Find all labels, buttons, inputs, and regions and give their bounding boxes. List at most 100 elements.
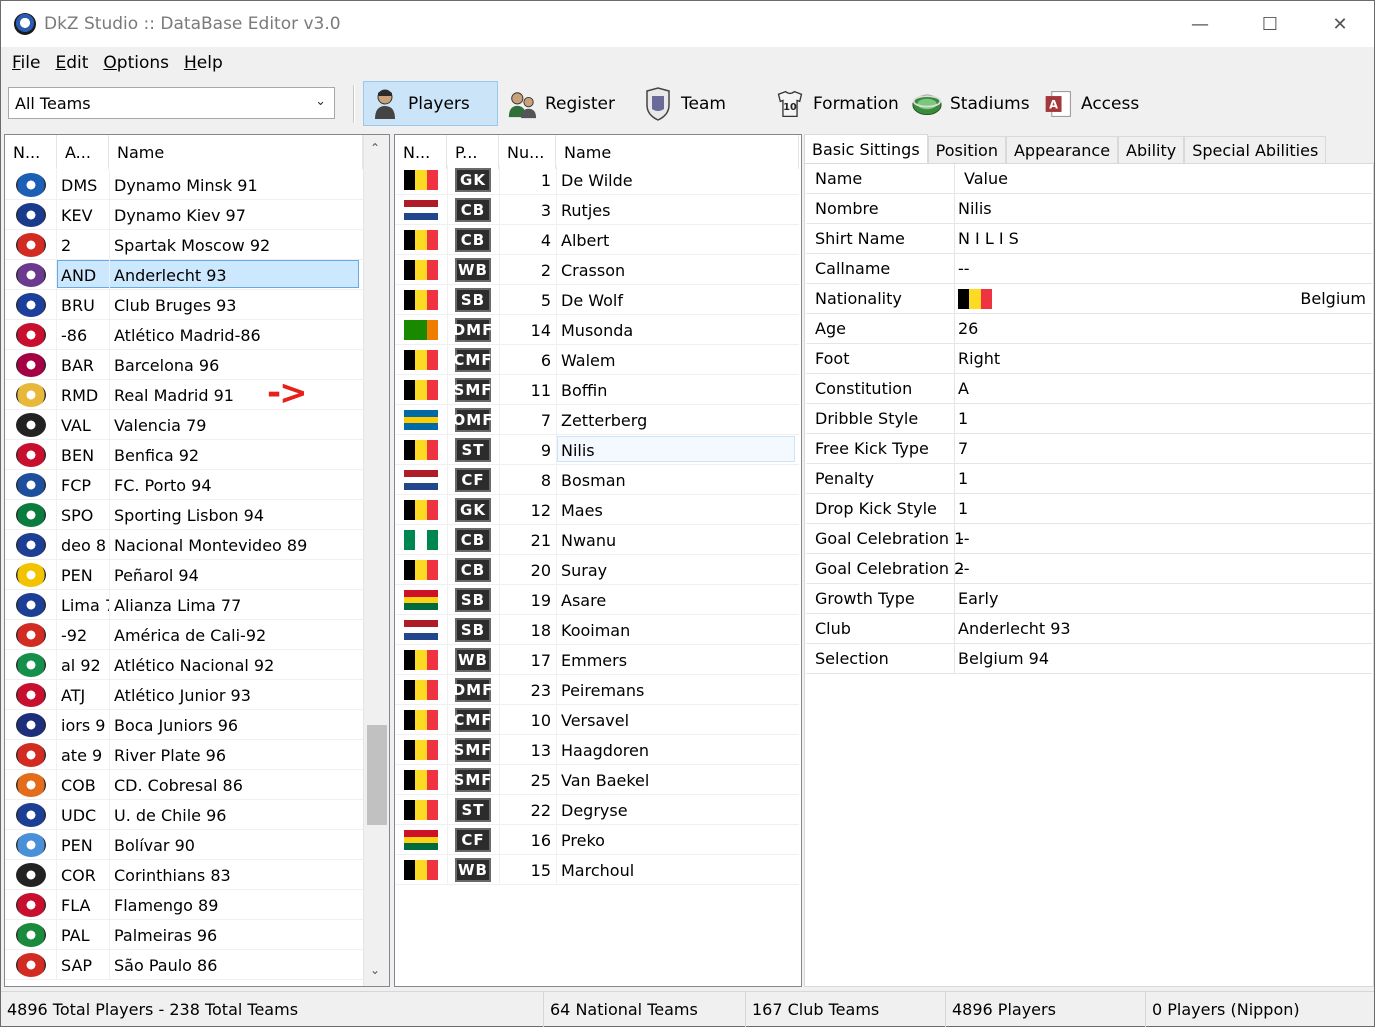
team-row[interactable]: -92 América de Cali-92 (5, 620, 363, 650)
column-header-nation[interactable]: N... (5, 135, 57, 169)
players-button[interactable]: Players (363, 81, 498, 126)
column-header-position[interactable]: P... (447, 135, 499, 169)
player-row[interactable]: CB 3 Rutjes (395, 195, 799, 225)
property-row[interactable]: Free Kick Type 7 (806, 434, 1372, 464)
menu-file[interactable]: File (12, 53, 40, 73)
menu-options[interactable]: Options (103, 53, 169, 73)
team-row[interactable]: deo 8 Nacional Montevideo 89 (5, 530, 363, 560)
stadiums-button[interactable]: Stadiums (906, 81, 1036, 126)
scroll-down-icon[interactable]: ⌄ (370, 963, 380, 977)
player-row[interactable]: DMF 23 Peiremans (395, 675, 799, 705)
menu-edit[interactable]: Edit (55, 53, 88, 73)
column-header-number[interactable]: Nu... (499, 135, 556, 169)
player-row[interactable]: OMF 7 Zetterberg (395, 405, 799, 435)
team-row[interactable]: PEN Bolívar 90 (5, 830, 363, 860)
property-row[interactable]: Penalty 1 (806, 464, 1372, 494)
tab-ability[interactable]: Ability (1118, 136, 1185, 164)
team-row[interactable]: al 92 Atlético Nacional 92 (5, 650, 363, 680)
player-row[interactable]: SB 5 De Wolf (395, 285, 799, 315)
team-row[interactable]: RMD Real Madrid 91 (5, 380, 363, 410)
team-row[interactable]: PEN Peñarol 94 (5, 560, 363, 590)
team-row[interactable]: ate 9 River Plate 96 (5, 740, 363, 770)
team-filter-select[interactable]: All Teams ⌄ (8, 87, 335, 119)
team-row[interactable]: UDC U. de Chile 96 (5, 800, 363, 830)
property-row[interactable]: Drop Kick Style 1 (806, 494, 1372, 524)
team-row[interactable]: COB CD. Cobresal 86 (5, 770, 363, 800)
player-row[interactable]: CMF 6 Walem (395, 345, 799, 375)
team-row[interactable]: PAL Palmeiras 96 (5, 920, 363, 950)
team-row[interactable]: 2 Spartak Moscow 92 (5, 230, 363, 260)
maximize-icon[interactable]: ☐ (1235, 1, 1305, 47)
player-row[interactable]: CB 21 Nwanu (395, 525, 799, 555)
team-row[interactable]: FLA Flamengo 89 (5, 890, 363, 920)
team-row[interactable]: FCP FC. Porto 94 (5, 470, 363, 500)
property-row[interactable]: Nombre Nilis (806, 194, 1372, 224)
player-row[interactable]: SMF 13 Haagdoren (395, 735, 799, 765)
player-row[interactable]: ST 9 Nilis (395, 435, 799, 465)
team-row[interactable]: BEN Benfica 92 (5, 440, 363, 470)
team-row[interactable]: DMS Dynamo Minsk 91 (5, 170, 363, 200)
team-row[interactable]: ATJ Atlético Junior 93 (5, 680, 363, 710)
team-row[interactable]: SAP São Paulo 86 (5, 950, 363, 980)
scroll-up-icon[interactable]: ⌃ (370, 141, 380, 155)
player-row[interactable]: SB 19 Asare (395, 585, 799, 615)
property-row[interactable]: Goal Celebration 2 -- (806, 554, 1372, 584)
team-row[interactable]: VAL Valencia 79 (5, 410, 363, 440)
player-row[interactable]: SMF 11 Boffin (395, 375, 799, 405)
close-icon[interactable]: ✕ (1305, 1, 1375, 47)
player-row[interactable]: CF 8 Bosman (395, 465, 799, 495)
player-name: Crasson (561, 260, 626, 280)
column-header-player-name[interactable]: Name (556, 135, 799, 169)
teams-scrollbar[interactable]: ⌃ ⌄ (363, 135, 389, 986)
property-row[interactable]: Goal Celebration 1 -- (806, 524, 1372, 554)
player-row[interactable]: ST 22 Degryse (395, 795, 799, 825)
minimize-icon[interactable]: — (1165, 1, 1235, 47)
property-row[interactable]: Dribble Style 1 (806, 404, 1372, 434)
team-row[interactable]: BRU Club Bruges 93 (5, 290, 363, 320)
tab-position[interactable]: Position (927, 136, 1006, 164)
column-header-nationality[interactable]: N... (395, 135, 447, 169)
player-row[interactable]: CMF 10 Versavel (395, 705, 799, 735)
tab-basic-sittings[interactable]: Basic Sittings (804, 134, 928, 164)
property-row[interactable]: Growth Type Early (806, 584, 1372, 614)
team-row[interactable]: BAR Barcelona 96 (5, 350, 363, 380)
column-header-name[interactable]: Name (109, 135, 363, 169)
column-header-abbr[interactable]: A... (57, 135, 109, 169)
team-button[interactable]: Team (637, 81, 747, 126)
player-row[interactable]: CB 20 Suray (395, 555, 799, 585)
team-row[interactable]: AND Anderlecht 93 (5, 260, 363, 290)
team-row[interactable]: COR Corinthians 83 (5, 860, 363, 890)
property-row[interactable]: Selection Belgium 94 (806, 644, 1372, 674)
team-row[interactable]: Lima 7Alianza Lima 77 (5, 590, 363, 620)
player-row[interactable]: CF 16 Preko (395, 825, 799, 855)
player-row[interactable]: WB 17 Emmers (395, 645, 799, 675)
player-row[interactable]: CB 4 Albert (395, 225, 799, 255)
property-row[interactable]: Shirt Name N I L I S (806, 224, 1372, 254)
player-row[interactable]: GK 1 De Wilde (395, 165, 799, 195)
team-row[interactable]: iors 9 Boca Juniors 96 (5, 710, 363, 740)
player-row[interactable]: WB 15 Marchoul (395, 855, 799, 885)
player-row[interactable]: SMF 25 Van Baekel (395, 765, 799, 795)
register-button[interactable]: Register (501, 81, 626, 126)
tab-appearance[interactable]: Appearance (1005, 136, 1119, 164)
property-row[interactable]: Age 26 (806, 314, 1372, 344)
scrollbar-thumb[interactable] (367, 725, 387, 825)
team-row[interactable]: SPO Sporting Lisbon 94 (5, 500, 363, 530)
property-row[interactable]: Club Anderlecht 93 (806, 614, 1372, 644)
teams-list[interactable]: N... A... Name DMS Dynamo Minsk 91 KEV Dyna… (4, 134, 390, 987)
team-row[interactable]: KEV Dynamo Kiev 97 (5, 200, 363, 230)
property-row[interactable]: Callname -- (806, 254, 1372, 284)
players-list[interactable]: N... P... Nu... Name GK 1 De Wilde CB 3 Rutje… (394, 134, 802, 987)
menu-help[interactable]: Help (184, 53, 223, 73)
player-row[interactable]: SB 18 Kooiman (395, 615, 799, 645)
player-row[interactable]: DMF 14 Musonda (395, 315, 799, 345)
formation-button[interactable]: 10 Formation (769, 81, 904, 126)
team-row[interactable]: -86 Atlético Madrid-86 (5, 320, 363, 350)
player-row[interactable]: WB 2 Crasson (395, 255, 799, 285)
player-row[interactable]: GK 12 Maes (395, 495, 799, 525)
property-row[interactable]: Nationality Belgium (806, 284, 1372, 314)
tab-special-abilities[interactable]: Special Abilities (1184, 136, 1327, 164)
property-row[interactable]: Constitution A (806, 374, 1372, 404)
access-button[interactable]: A Access (1037, 81, 1157, 126)
property-row[interactable]: Foot Right (806, 344, 1372, 374)
